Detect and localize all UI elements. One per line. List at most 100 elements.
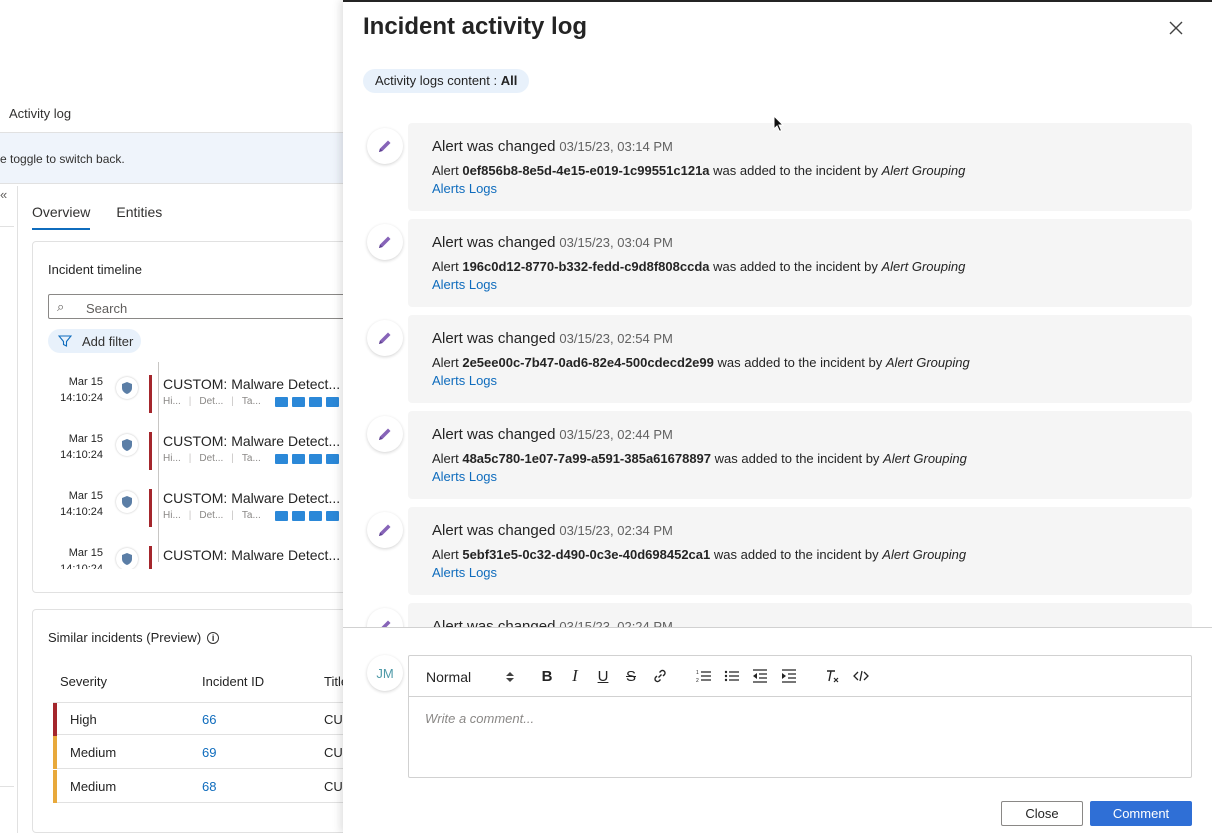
code-icon[interactable] bbox=[851, 666, 871, 686]
similar-incidents-title: Similar incidents (Preview) i bbox=[48, 630, 220, 645]
banner-text: e toggle to switch back. bbox=[0, 152, 125, 166]
column-header-incident-id[interactable]: Incident ID bbox=[202, 674, 264, 689]
search-placeholder: Search bbox=[86, 301, 128, 316]
comment-button[interactable]: Comment bbox=[1090, 801, 1192, 826]
info-banner: e toggle to switch back. bbox=[0, 132, 344, 184]
svg-text:1: 1 bbox=[696, 670, 699, 676]
activity-log-list[interactable]: Alert was changed 03/15/23, 03:14 PM Aler… bbox=[343, 114, 1212, 627]
indent-icon[interactable] bbox=[779, 666, 799, 686]
timeline-item-title: CUSTOM: Malware Detect... bbox=[163, 376, 341, 392]
title-cell: CUS bbox=[324, 745, 344, 760]
italic-icon[interactable]: I bbox=[565, 666, 585, 686]
collapse-icon[interactable]: « bbox=[0, 187, 7, 202]
log-title: Alert was changed bbox=[432, 522, 556, 539]
info-icon[interactable]: i bbox=[207, 631, 220, 644]
log-description: Alert 2e5ee00c-7b47-0ad6-82e4-500cdecd2e… bbox=[432, 355, 970, 370]
comment-input[interactable]: Write a comment... bbox=[425, 711, 534, 726]
alerts-logs-link[interactable]: Alerts Logs bbox=[432, 565, 497, 580]
timeline-item[interactable]: Mar 15 14:10:24 CUSTOM: Malware Detect...… bbox=[33, 431, 344, 481]
edit-icon bbox=[367, 416, 403, 452]
text-format-select[interactable]: Normal bbox=[426, 667, 514, 687]
activity-logs-filter-pill[interactable]: Activity logs content : All bbox=[363, 69, 530, 93]
incident-id-link[interactable]: 66 bbox=[202, 712, 216, 727]
table-row[interactable]: Medium 68 CUS bbox=[53, 770, 344, 803]
add-filter-label: Add filter bbox=[82, 333, 134, 349]
numbered-list-icon[interactable]: 12 bbox=[694, 666, 714, 686]
tab-entities[interactable]: Entities bbox=[116, 204, 162, 230]
bold-icon[interactable]: B bbox=[537, 666, 557, 686]
shield-icon bbox=[116, 491, 138, 513]
log-description: Alert 48a5c780-1e07-7a99-a591-385a616788… bbox=[432, 451, 967, 466]
timeline-date: Mar 15 14:10:24 bbox=[60, 547, 103, 569]
breadcrumb[interactable]: Activity log bbox=[9, 106, 71, 121]
comment-section: JM Normal B I U S 12 Write a comment... bbox=[343, 627, 1212, 833]
timeline-item[interactable]: Mar 15 14:10:24 CUSTOM: Malware Detect...… bbox=[33, 488, 344, 538]
column-header-title[interactable]: Title bbox=[324, 674, 344, 689]
alerts-logs-link[interactable]: Alerts Logs bbox=[432, 277, 497, 292]
divider bbox=[17, 186, 18, 833]
add-filter-button[interactable]: Add filter bbox=[48, 329, 142, 353]
mouse-cursor-icon bbox=[773, 115, 785, 133]
severity-bar bbox=[149, 375, 152, 413]
log-date: 03/15/23, 02:54 PM bbox=[559, 331, 673, 346]
log-description: Alert 0ef856b8-8e5d-4e15-e019-1c99551c12… bbox=[432, 163, 966, 178]
log-card: Alert was changed 03/15/23, 03:14 PM Aler… bbox=[408, 123, 1192, 211]
edit-icon bbox=[367, 224, 403, 260]
log-card: Alert was changed 03/15/23, 02:24 PM bbox=[408, 603, 1192, 627]
link-icon[interactable] bbox=[650, 666, 670, 686]
log-title: Alert was changed bbox=[432, 138, 556, 155]
alerts-logs-link[interactable]: Alerts Logs bbox=[432, 373, 497, 388]
alerts-logs-link[interactable]: Alerts Logs bbox=[432, 181, 497, 196]
log-title: Alert was changed bbox=[432, 234, 556, 251]
sort-arrows-icon bbox=[506, 672, 514, 682]
timeline-date: Mar 15 14:10:24 bbox=[60, 433, 103, 461]
incident-id-link[interactable]: 68 bbox=[202, 779, 216, 794]
incident-timeline-card: Incident timeline ⌕ Search Add filter Ma… bbox=[32, 241, 344, 593]
bullet-list-icon[interactable] bbox=[722, 666, 742, 686]
timeline-item[interactable]: Mar 15 14:10:24 CUSTOM: Malware Detect... bbox=[33, 545, 344, 569]
timeline-item-title: CUSTOM: Malware Detect... bbox=[163, 490, 341, 506]
timeline-item-meta: Hi... | Det... | Ta... bbox=[163, 453, 339, 464]
close-button[interactable]: Close bbox=[1001, 801, 1083, 826]
log-title: Alert was changed bbox=[432, 618, 556, 627]
incident-id-link[interactable]: 69 bbox=[202, 745, 216, 760]
underline-icon[interactable]: U bbox=[593, 666, 613, 686]
log-date: 03/15/23, 03:04 PM bbox=[559, 235, 673, 250]
severity-cell: High bbox=[70, 712, 97, 727]
close-icon[interactable] bbox=[1167, 19, 1185, 37]
shield-icon bbox=[116, 434, 138, 456]
title-cell: CUS bbox=[324, 712, 344, 727]
log-entry: Alert was changed 03/15/23, 02:44 PM Aler… bbox=[343, 402, 1212, 499]
log-date: 03/15/23, 02:44 PM bbox=[559, 427, 673, 442]
clear-formatting-icon[interactable] bbox=[822, 666, 842, 686]
edit-icon bbox=[367, 512, 403, 548]
timeline-item[interactable]: Mar 15 14:10:24 CUSTOM: Malware Detect...… bbox=[33, 374, 344, 424]
avatar: JM bbox=[367, 655, 403, 691]
entity-icons bbox=[274, 453, 339, 464]
comment-editor[interactable]: Normal B I U S 12 Write a comment... bbox=[408, 655, 1192, 778]
severity-bar bbox=[149, 489, 152, 527]
similar-incidents-card: Similar incidents (Preview) i Severity I… bbox=[32, 609, 344, 833]
severity-cell: Medium bbox=[70, 745, 117, 760]
timeline-item-meta: Hi... | Det... | Ta... bbox=[163, 510, 339, 521]
log-card: Alert was changed 03/15/23, 02:54 PM Aler… bbox=[408, 315, 1192, 403]
log-description: Alert 196c0d12-8770-b332-fedd-c9d8f808cc… bbox=[432, 259, 966, 274]
log-title: Alert was changed bbox=[432, 426, 556, 443]
outdent-icon[interactable] bbox=[750, 666, 770, 686]
strikethrough-icon[interactable]: S bbox=[621, 666, 641, 686]
timeline-search-input[interactable]: ⌕ Search bbox=[48, 294, 344, 319]
column-header-severity[interactable]: Severity bbox=[60, 674, 107, 689]
severity-bar bbox=[149, 432, 152, 470]
log-entry: Alert was changed 03/15/23, 03:04 PM Aler… bbox=[343, 210, 1212, 307]
edit-icon bbox=[367, 320, 403, 356]
table-row[interactable]: Medium 69 CUS bbox=[53, 736, 344, 769]
edit-icon bbox=[367, 128, 403, 164]
divider bbox=[0, 786, 14, 787]
tab-overview[interactable]: Overview bbox=[32, 204, 91, 230]
severity-bar bbox=[53, 736, 57, 769]
table-row[interactable]: High 66 CUS bbox=[53, 702, 344, 736]
log-date: 03/15/23, 02:34 PM bbox=[559, 523, 673, 538]
log-card: Alert was changed 03/15/23, 02:34 PM Aler… bbox=[408, 507, 1192, 595]
title-cell: CUS bbox=[324, 779, 344, 794]
alerts-logs-link[interactable]: Alerts Logs bbox=[432, 469, 497, 484]
